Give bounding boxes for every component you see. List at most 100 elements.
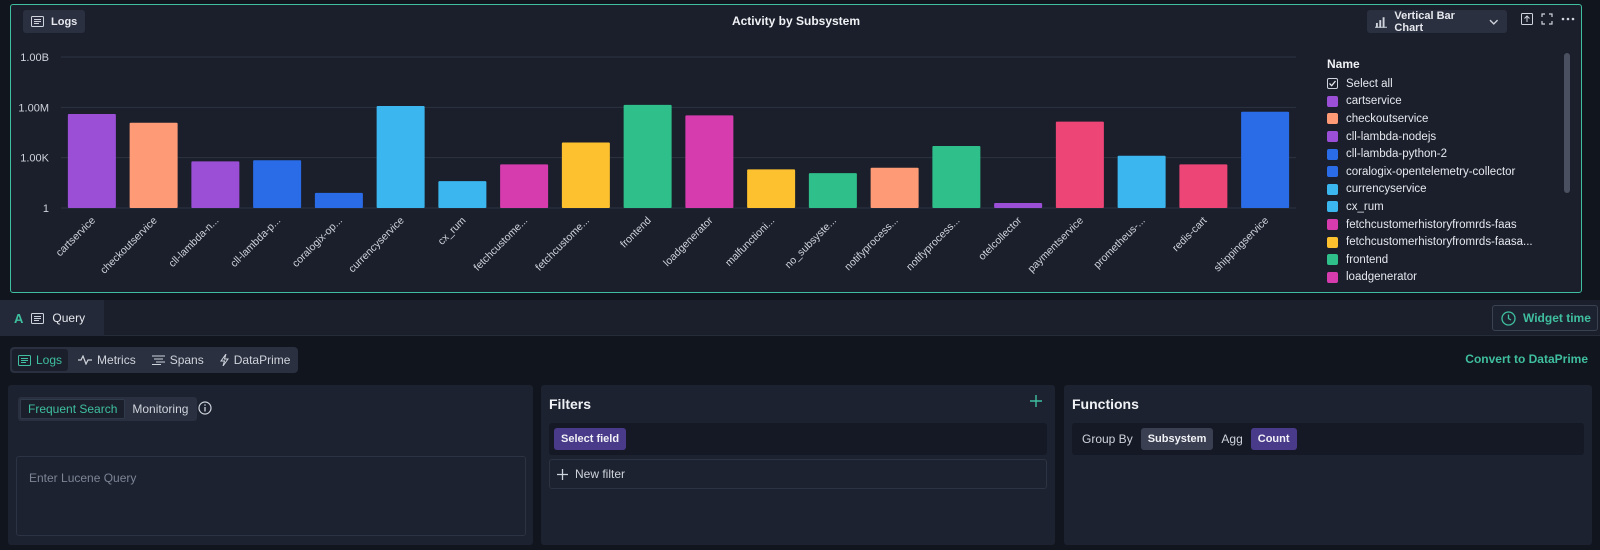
- x-tick-label: cx_rum: [436, 214, 469, 247]
- chart-bar: [314, 192, 363, 208]
- chart-bar: [685, 115, 734, 208]
- chart-bar: [561, 142, 610, 208]
- chart-bar: [932, 145, 981, 208]
- chart-legend: Name Select all cartservice checkoutservi…: [1327, 57, 1542, 286]
- x-tick-label: shippingservice: [1212, 215, 1272, 275]
- filters-panel: Filters Select field New filter: [541, 385, 1055, 545]
- legend-item[interactable]: checkoutservice: [1327, 110, 1542, 128]
- legend-item[interactable]: fetchcustomerhistoryfromrds-faas: [1327, 216, 1542, 234]
- select-field-button[interactable]: Select field: [554, 428, 627, 450]
- x-tick-label: fetchcustome...: [533, 215, 592, 274]
- chart-bar: [376, 106, 425, 208]
- legend-swatch: [1327, 236, 1338, 248]
- source-tab-spans[interactable]: Spans: [146, 349, 210, 371]
- filters-title: Filters: [549, 396, 592, 412]
- widget-time-label: Widget time: [1523, 311, 1591, 325]
- chart-bar: [67, 114, 116, 208]
- chart-bar: [870, 167, 919, 208]
- legend-label: cartservice: [1346, 95, 1402, 108]
- spans-icon: [151, 355, 165, 365]
- legend-scrollbar[interactable]: [1564, 53, 1570, 193]
- x-tick-label: otelcollector: [976, 214, 1024, 262]
- widget-title: Activity by Subsystem: [731, 14, 861, 28]
- search-panel: Frequent Search Monitoring Enter Lucene …: [8, 385, 533, 545]
- x-tick-label: cll-lambda-p...: [228, 215, 283, 270]
- widget-time-button[interactable]: Widget time: [1492, 305, 1598, 331]
- source-tab-dataprime[interactable]: DataPrime: [214, 349, 297, 371]
- x-tick-label: paymentservice: [1026, 215, 1087, 276]
- query-letter: A: [14, 310, 24, 326]
- source-tab-label: Metrics: [97, 353, 136, 367]
- source-tab-label: Spans: [169, 353, 204, 367]
- convert-to-dataprime-link[interactable]: Convert to DataPrime: [1465, 352, 1588, 366]
- x-tick-label: malfunctioni...: [723, 215, 777, 269]
- legend-select-all[interactable]: Select all: [1327, 75, 1542, 93]
- new-filter-button[interactable]: New filter: [549, 459, 1047, 489]
- legend-item[interactable]: cartservice: [1327, 93, 1542, 111]
- export-icon[interactable]: [1521, 13, 1533, 25]
- add-filter-icon[interactable]: [1029, 394, 1043, 408]
- y-tick-label: 1.00M: [18, 102, 49, 114]
- legend-label: cll-lambda-nodejs: [1346, 130, 1437, 143]
- x-tick-label: frontend: [618, 215, 654, 251]
- y-tick-label: 1: [43, 203, 49, 215]
- chevron-down-icon: [1489, 19, 1499, 25]
- legend-item[interactable]: currencyservice: [1327, 181, 1542, 199]
- chart-bar: [191, 161, 240, 208]
- chart-bar: [994, 202, 1043, 208]
- chart-bar: [808, 173, 857, 208]
- legend-items: cartservice checkoutservice cll-lambda-nod…: [1327, 93, 1542, 287]
- functions-row: Group By Subsystem Agg Count: [1072, 423, 1584, 455]
- query-tabbar: A Query Widget time: [0, 300, 1600, 336]
- source-tab-metrics[interactable]: Metrics: [72, 349, 142, 371]
- x-tick-label: no_subsyste...: [783, 215, 839, 271]
- info-icon[interactable]: [198, 401, 212, 415]
- more-icon[interactable]: [1561, 13, 1575, 25]
- fullscreen-icon[interactable]: [1541, 13, 1553, 25]
- legend-label: loadgenerator: [1346, 271, 1417, 284]
- chart-widget: Logs Activity by Subsystem Vertical Bar …: [10, 4, 1582, 293]
- x-tick-label: currencyservice: [346, 215, 407, 276]
- legend-item[interactable]: frontend: [1327, 251, 1542, 269]
- lightning-icon: [219, 354, 229, 366]
- pulse-icon: [78, 355, 93, 365]
- chart-bar: [1241, 111, 1290, 208]
- plus-icon: [557, 468, 568, 480]
- legend-title: Name: [1327, 57, 1360, 71]
- legend-item[interactable]: fetchcustomerhistoryfromrds-faasa...: [1327, 233, 1542, 251]
- mode-frequent-search[interactable]: Frequent Search: [20, 399, 126, 419]
- legend-item[interactable]: loadgenerator: [1327, 269, 1542, 287]
- query-tab-label: Query: [52, 311, 86, 325]
- legend-label: cll-lambda-python-2: [1346, 148, 1447, 161]
- x-tick-label: cll-lambda-n...: [166, 215, 221, 270]
- legend-swatch: [1327, 219, 1338, 231]
- tab-query-a[interactable]: A Query: [0, 300, 104, 336]
- legend-swatch: [1327, 201, 1338, 213]
- legend-item[interactable]: cx_rum: [1327, 198, 1542, 216]
- mode-monitoring[interactable]: Monitoring: [125, 399, 195, 419]
- group-by-value[interactable]: Subsystem: [1140, 428, 1214, 450]
- agg-label: Agg: [1221, 432, 1243, 446]
- x-tick-label: notifyprocess...: [904, 215, 962, 273]
- agg-value[interactable]: Count: [1250, 428, 1297, 450]
- clock-icon: [1501, 310, 1516, 326]
- source-tab-logs[interactable]: Logs: [12, 349, 69, 371]
- y-tick-label: 1.00B: [20, 52, 49, 64]
- x-tick-label: cartservice: [54, 215, 98, 259]
- checkbox-checked-icon[interactable]: [1327, 78, 1338, 90]
- legend-swatch: [1327, 113, 1338, 125]
- chart-bar: [500, 164, 549, 208]
- chart-bar: [1179, 164, 1228, 208]
- x-tick-label: coralogix-op...: [290, 215, 345, 270]
- legend-swatch: [1327, 166, 1338, 178]
- chart-type-dropdown[interactable]: Vertical Bar Chart: [1367, 10, 1507, 34]
- legend-item[interactable]: coralogix-opentelemetry-collector: [1327, 163, 1542, 181]
- functions-panel: Functions Group By Subsystem Agg Count: [1064, 385, 1592, 545]
- y-tick-label: 1.00K: [20, 153, 49, 165]
- legend-item[interactable]: cll-lambda-python-2: [1327, 145, 1542, 163]
- legend-item[interactable]: cll-lambda-nodejs: [1327, 128, 1542, 146]
- new-filter-label: New filter: [575, 467, 626, 481]
- legend-label: frontend: [1346, 253, 1389, 266]
- lucene-query-input[interactable]: Enter Lucene Query: [16, 456, 526, 536]
- legend-swatch: [1327, 254, 1338, 266]
